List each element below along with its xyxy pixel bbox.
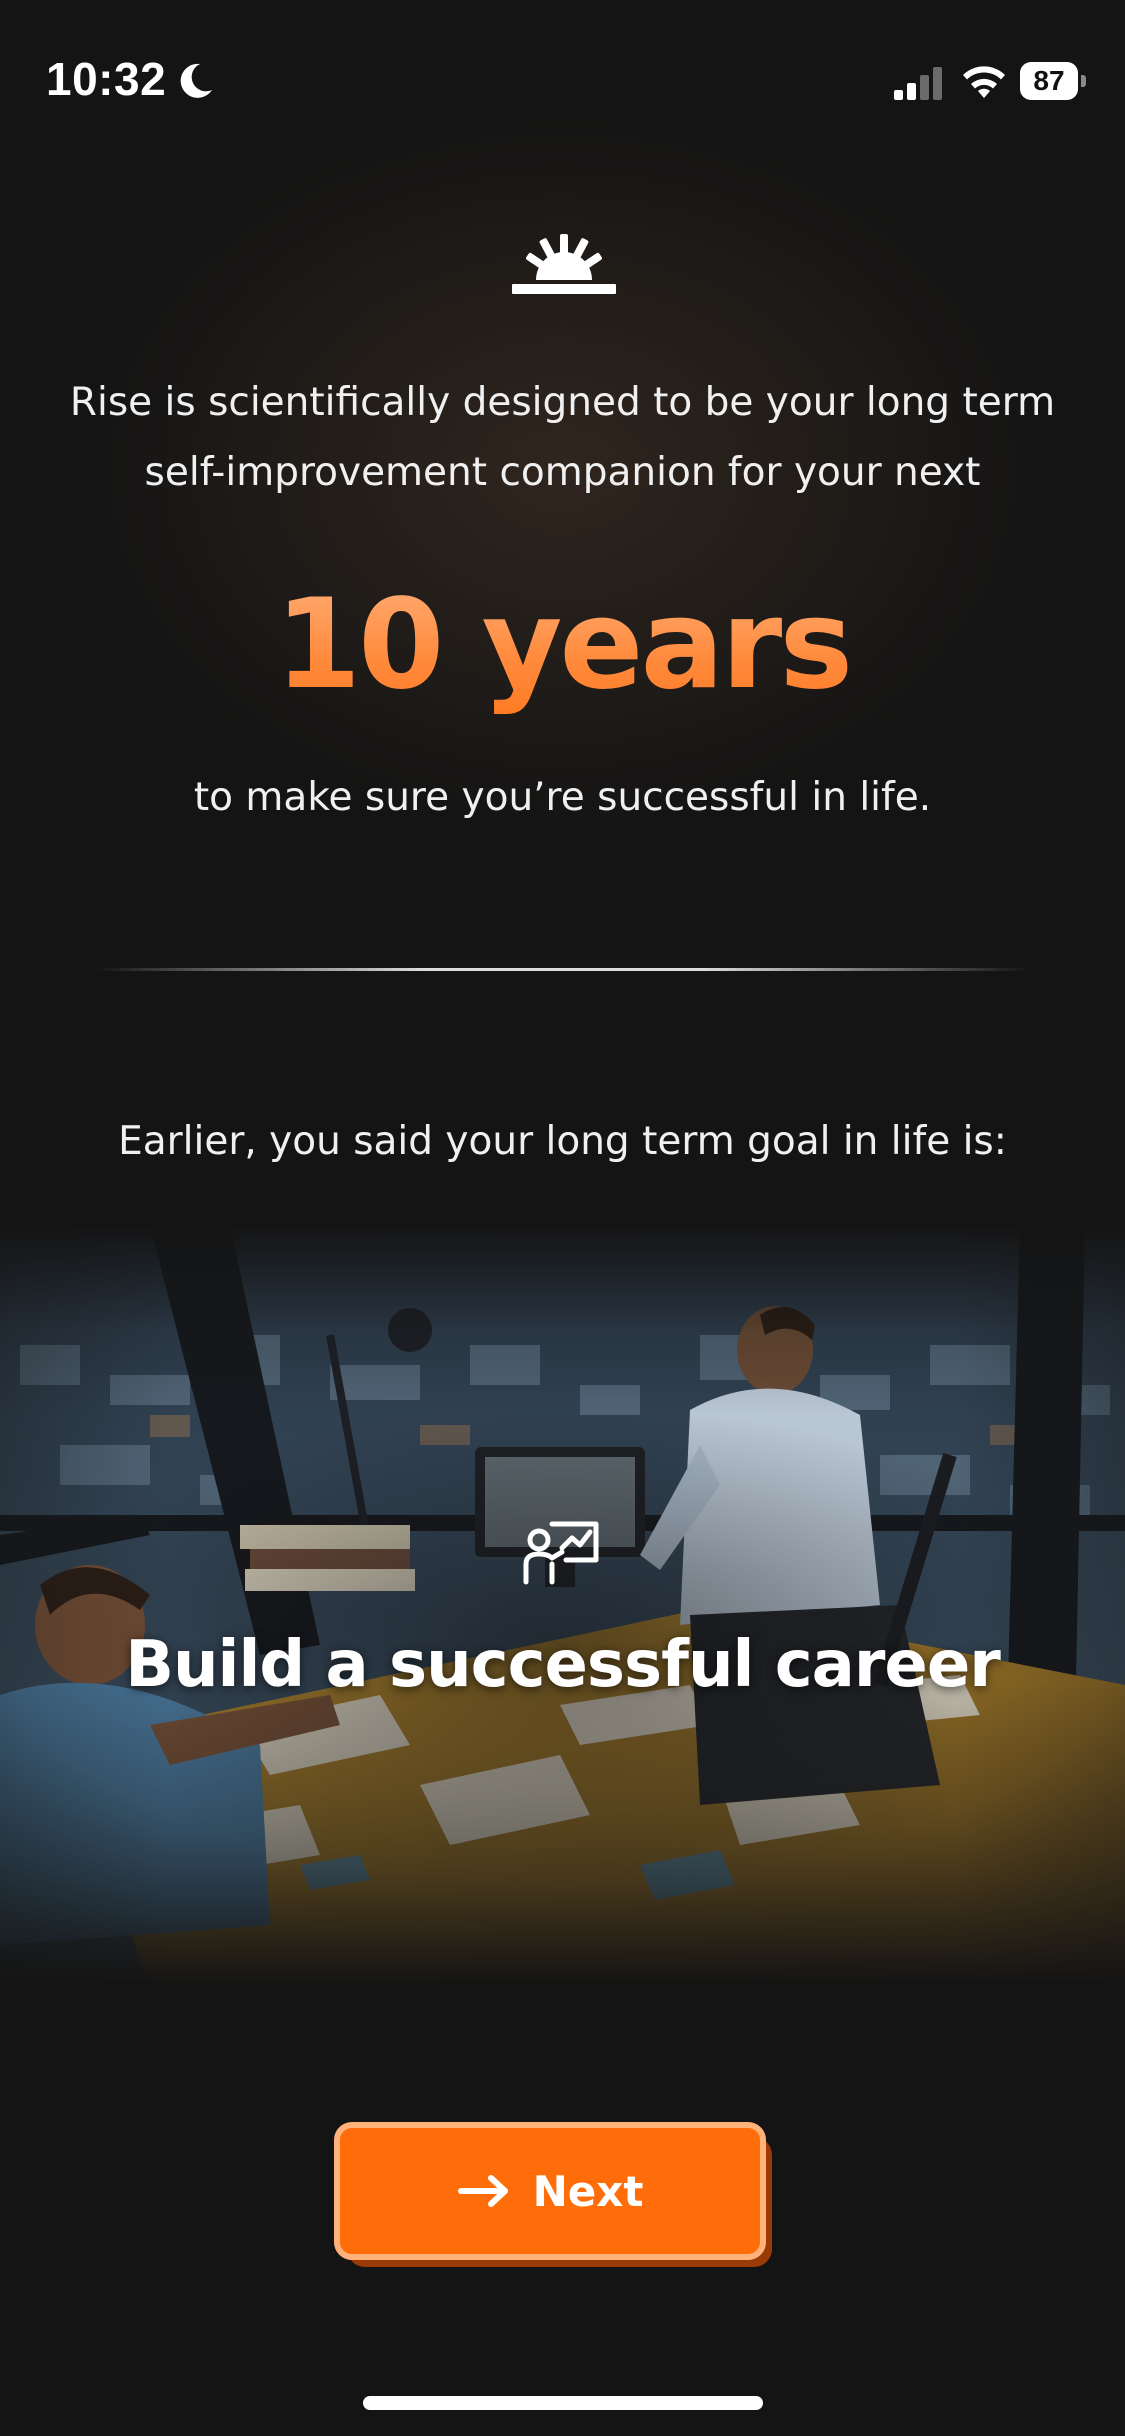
career-presentation-icon	[523, 1521, 599, 1585]
arrow-right-icon	[457, 2175, 508, 2207]
battery-icon: 87	[1020, 62, 1088, 100]
goal-intro-text: Earlier, you said your long term goal in…	[118, 1119, 1007, 1164]
intro-subtext: to make sure you’re successful in life.	[193, 775, 932, 820]
status-time: 10:32	[46, 53, 167, 105]
battery-level: 87	[1020, 62, 1078, 100]
divider	[95, 968, 1030, 971]
next-button-label: Next	[532, 2166, 644, 2216]
highlight-duration: 10 years	[0, 570, 1125, 720]
next-button[interactable]: Next	[334, 2122, 766, 2260]
onboarding-screen: 10:32 87 Rise is scientifically designed…	[0, 0, 1125, 2436]
intro-text: Rise is scientifically designed to be yo…	[69, 380, 1056, 495]
rising-sun-logo-icon	[512, 234, 616, 294]
goal-title: Build a successful career	[125, 1628, 1001, 1702]
home-indicator[interactable]	[363, 2396, 763, 2410]
status-bar: 10:32 87	[0, 0, 1125, 150]
goal-illustration	[0, 1225, 1125, 1985]
moon-icon	[180, 63, 212, 98]
cellular-signal-icon	[894, 67, 942, 100]
wifi-icon	[963, 66, 1005, 98]
